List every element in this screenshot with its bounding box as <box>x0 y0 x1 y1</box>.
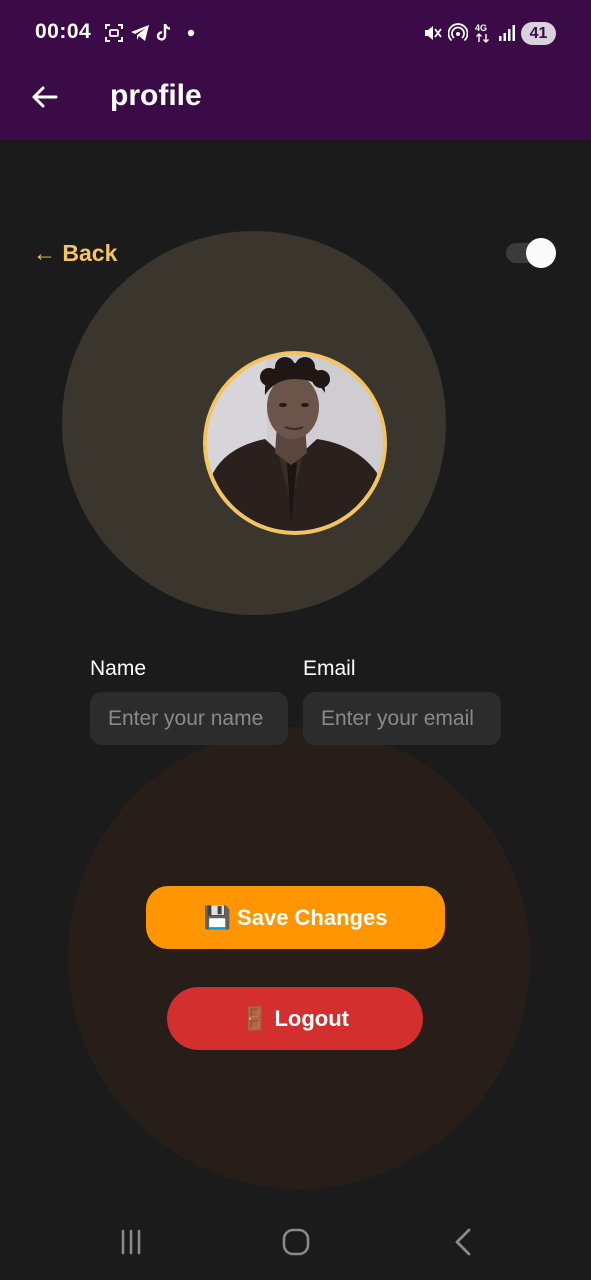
save-changes-label: 💾 Save Changes <box>203 904 388 930</box>
network-4g-icon: 4G <box>474 20 494 46</box>
email-label: Email <box>303 657 356 680</box>
avatar[interactable] <box>203 351 387 535</box>
dot-icon <box>185 20 197 46</box>
save-changes-button[interactable]: 💾 Save Changes <box>146 886 445 949</box>
battery-indicator: 41 <box>521 22 556 45</box>
back-link[interactable]: ← Back <box>33 240 117 267</box>
decorative-circle-bottom <box>68 727 530 1189</box>
theme-toggle[interactable] <box>506 238 556 268</box>
email-input[interactable] <box>303 692 501 745</box>
signal-icon <box>496 20 518 46</box>
telegram-icon <box>129 20 151 46</box>
status-time: 00:04 <box>35 20 92 43</box>
screenshot-icon <box>103 20 125 46</box>
recent-apps-button[interactable] <box>111 1222 151 1262</box>
logout-label: 🚪 Logout <box>240 1005 350 1031</box>
home-button[interactable] <box>276 1222 316 1262</box>
svg-text:4G: 4G <box>475 23 487 33</box>
name-input[interactable] <box>90 692 288 745</box>
back-icon <box>455 1228 471 1256</box>
hotspot-icon <box>447 20 469 46</box>
system-back-button[interactable] <box>443 1222 483 1262</box>
tiktok-icon <box>153 20 175 46</box>
app-bar <box>0 66 591 140</box>
profile-photo <box>207 355 383 531</box>
name-label: Name <box>90 657 147 680</box>
logout-button[interactable]: 🚪 Logout <box>167 987 423 1050</box>
status-bar: 00:04 4G 41 <box>0 0 591 66</box>
arrow-left-icon <box>32 86 58 108</box>
back-arrow-button[interactable] <box>26 80 62 114</box>
toggle-thumb <box>526 238 556 268</box>
recent-apps-icon <box>121 1229 141 1255</box>
home-icon <box>282 1228 310 1256</box>
page-title: profile <box>110 79 202 112</box>
mute-icon <box>422 20 444 46</box>
